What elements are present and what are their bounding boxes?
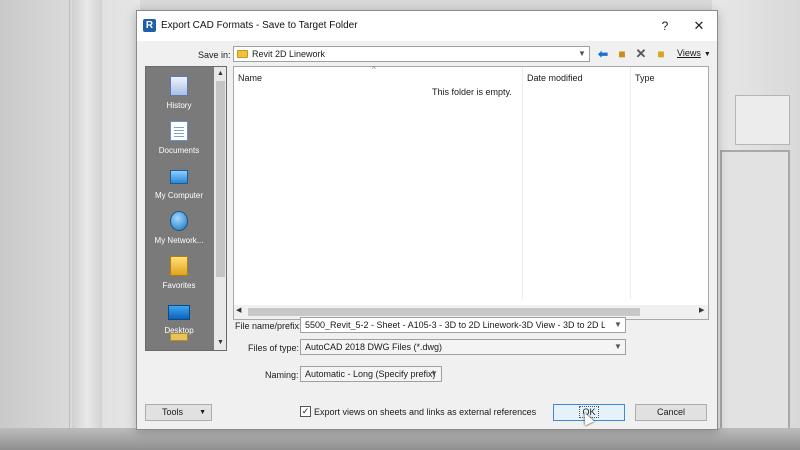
scroll-left-icon[interactable]: ◀	[236, 306, 241, 314]
place-favorites[interactable]: Favorites	[146, 252, 212, 297]
folder-icon	[237, 50, 248, 58]
file-name-value: 5500_Revit_5-2 - Sheet - A105-3 - 3D to …	[305, 320, 605, 330]
background-frame	[720, 150, 790, 440]
file-name-input[interactable]: 5500_Revit_5-2 - Sheet - A105-3 - 3D to …	[300, 317, 626, 333]
scroll-thumb[interactable]	[216, 81, 225, 277]
files-of-type-label: Files of type:	[248, 343, 300, 353]
place-label: History	[166, 101, 192, 110]
files-of-type-dropdown[interactable]: AutoCAD 2018 DWG Files (*.dwg) ▼	[300, 339, 626, 355]
file-name-label: File name/prefix:	[235, 321, 302, 331]
place-my-network[interactable]: My Network...	[146, 207, 212, 252]
column-divider[interactable]	[630, 67, 631, 299]
scroll-up-icon[interactable]: ▲	[214, 68, 226, 80]
computer-icon	[170, 170, 188, 184]
dialog-title: Export CAD Formats - Save to Target Fold…	[161, 20, 358, 31]
title-bar[interactable]: R Export CAD Formats - Save to Target Fo…	[137, 11, 717, 41]
close-button[interactable]: ✕	[690, 18, 708, 34]
place-documents[interactable]: Documents	[146, 117, 212, 162]
save-in-dropdown[interactable]: Revit 2D Linework ▼	[233, 46, 590, 62]
new-folder-icon[interactable]: ■	[653, 47, 669, 61]
chevron-down-icon[interactable]: ▼	[611, 318, 625, 332]
delete-icon[interactable]: ✕	[633, 47, 649, 61]
places-bar: History Documents My Computer My Network…	[145, 66, 227, 351]
place-label: My Network...	[154, 236, 204, 245]
save-in-value: Revit 2D Linework	[252, 49, 326, 59]
background-wall-left	[0, 0, 140, 450]
network-icon	[170, 211, 188, 231]
background-line	[40, 0, 70, 450]
views-menu-button[interactable]: Views ▼	[677, 48, 711, 58]
background-pillar	[72, 0, 102, 450]
back-icon[interactable]: ⬅	[595, 47, 611, 61]
place-label: Favorites	[162, 281, 196, 290]
place-history[interactable]: History	[146, 72, 212, 117]
scroll-down-icon[interactable]: ▼	[214, 337, 226, 349]
folder-icon	[170, 333, 188, 341]
column-divider[interactable]	[522, 67, 523, 299]
export-xref-checkbox[interactable]: ✓	[300, 406, 311, 417]
views-label: Views	[677, 48, 701, 58]
place-desktop[interactable]: Desktop	[146, 297, 212, 342]
place-my-computer[interactable]: My Computer	[146, 162, 212, 207]
export-xref-label[interactable]: Export views on sheets and links as exte…	[314, 407, 536, 417]
scroll-thumb[interactable]	[248, 308, 640, 316]
up-folder-icon[interactable]: ■	[614, 47, 630, 61]
chevron-down-icon[interactable]: ▼	[611, 340, 625, 354]
chevron-down-icon[interactable]: ▼	[575, 47, 589, 61]
naming-value: Automatic - Long (Specify prefix)	[305, 369, 436, 379]
desktop-icon	[168, 305, 190, 320]
save-in-label: Save in:	[198, 50, 231, 60]
column-header-type[interactable]: Type	[635, 73, 655, 83]
empty-folder-message: This folder is empty.	[432, 87, 512, 97]
tools-label: Tools	[162, 407, 184, 417]
help-button[interactable]: ?	[656, 18, 674, 34]
history-icon	[170, 76, 188, 96]
chevron-down-icon[interactable]: ▼	[427, 367, 441, 381]
places-scrollbar[interactable]: ▲ ▼	[214, 67, 226, 350]
documents-icon	[170, 121, 188, 141]
naming-dropdown[interactable]: Automatic - Long (Specify prefix) ▼	[300, 366, 442, 382]
place-label: Documents	[158, 146, 200, 155]
dropdown-arrow-icon: ▼	[703, 51, 711, 58]
column-header-name[interactable]: Name	[238, 73, 262, 83]
column-header-date-modified[interactable]: Date modified	[527, 73, 583, 83]
tools-button[interactable]: Tools ▼	[145, 404, 212, 421]
files-of-type-value: AutoCAD 2018 DWG Files (*.dwg)	[305, 342, 443, 352]
cancel-button[interactable]: Cancel	[635, 404, 707, 421]
file-list[interactable]: Name ^ Date modified Type This folder is…	[233, 65, 709, 320]
dropdown-arrow-icon: ▼	[199, 409, 206, 416]
naming-label: Naming:	[265, 370, 299, 380]
background-frame-upper	[735, 95, 790, 145]
sort-ascending-icon: ^	[372, 65, 376, 74]
export-cad-dialog: R Export CAD Formats - Save to Target Fo…	[136, 10, 718, 430]
revit-app-icon: R	[143, 19, 156, 32]
favorites-icon	[170, 256, 188, 276]
place-label: My Computer	[154, 191, 203, 200]
scroll-right-icon[interactable]: ▶	[699, 306, 704, 314]
background-floor	[0, 428, 800, 450]
